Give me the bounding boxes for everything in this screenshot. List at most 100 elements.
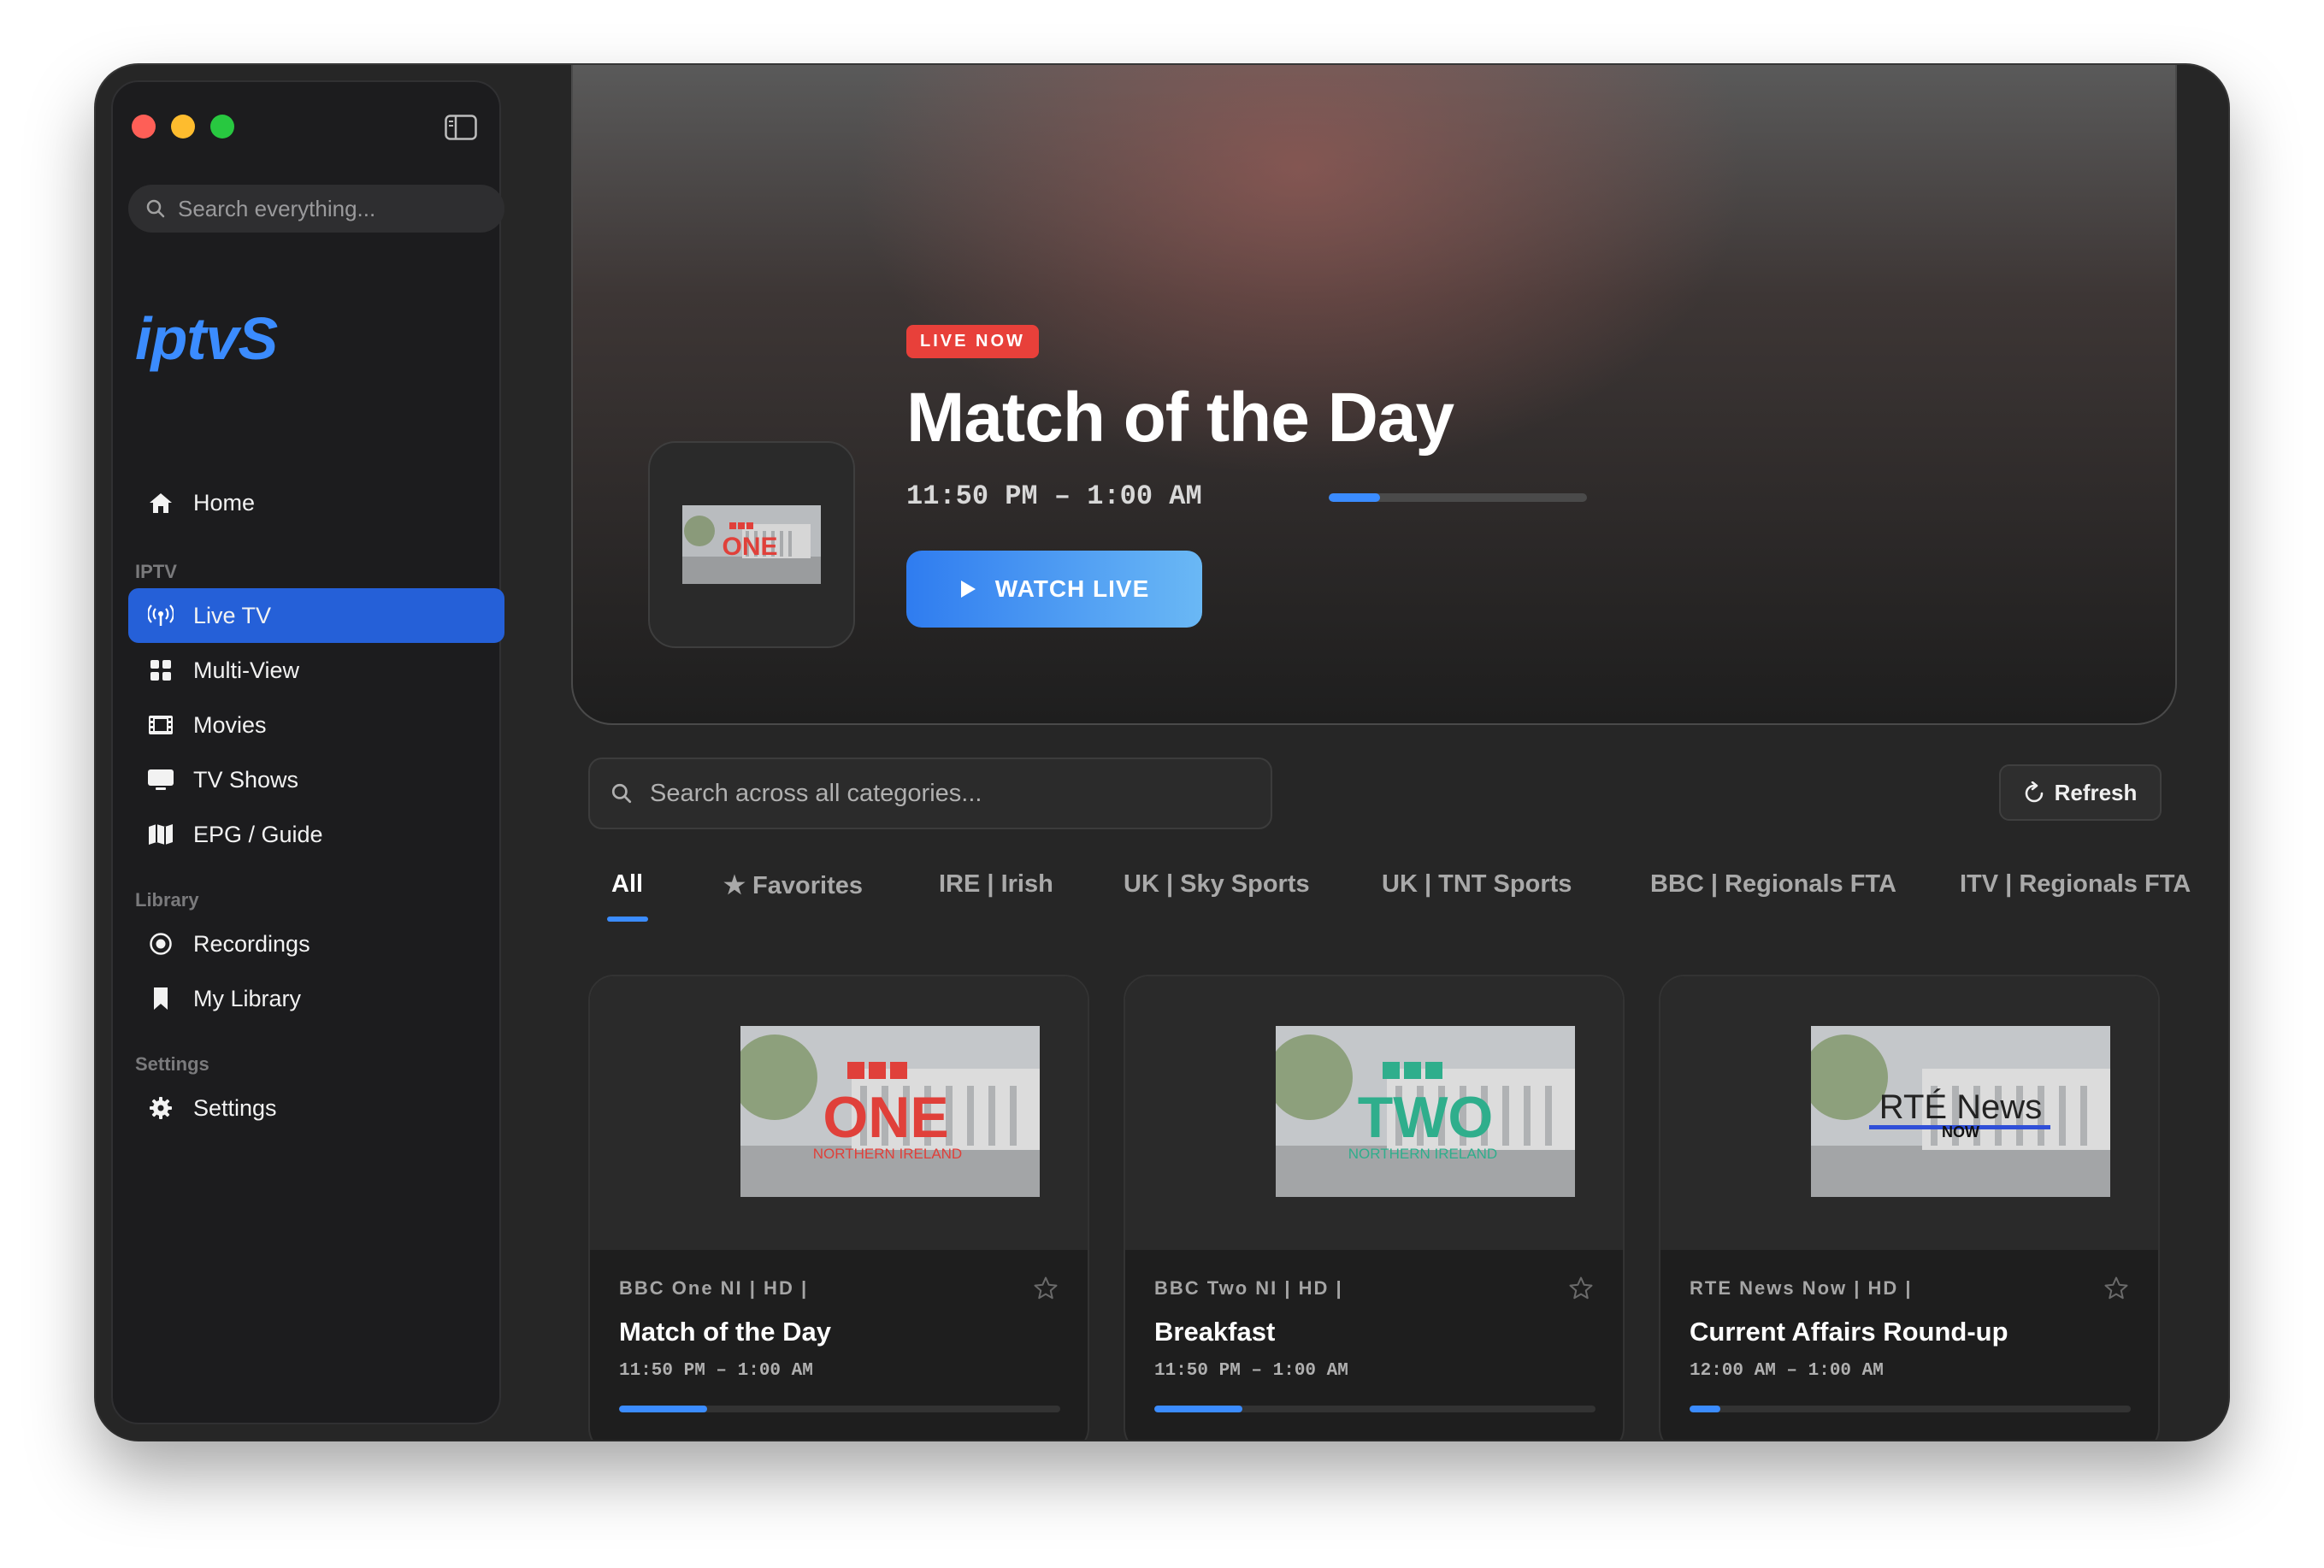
- sidebar-search-placeholder: Search everything...: [178, 195, 376, 221]
- sidebar-item-label: Settings: [193, 1094, 277, 1121]
- sidebar-item-label: Recordings: [193, 930, 310, 957]
- app-window: Search everything... iptvS Home IPTV Liv…: [96, 65, 2228, 1440]
- search-icon: [146, 199, 165, 218]
- card-program-title: Match of the Day: [619, 1317, 832, 1347]
- channel-card[interactable]: RTÉ News NOW RTE News Now | HD | Current…: [1659, 975, 2160, 1440]
- card-program-time: 11:50 PM – 1:00 AM: [619, 1361, 813, 1381]
- channel-logo-image: ONE: [682, 505, 821, 584]
- tab-uk-tnt-sports[interactable]: UK | TNT Sports: [1382, 870, 1572, 899]
- map-icon: [145, 819, 176, 850]
- hero-channel-thumbnail: ONE: [648, 441, 855, 648]
- minimize-window-button[interactable]: [171, 115, 195, 139]
- category-search-placeholder: Search across all categories...: [650, 779, 982, 807]
- sidebar-item-label: Movies: [193, 711, 267, 738]
- sidebar-item-movies[interactable]: Movies: [128, 698, 504, 752]
- tab-itv-regionals-fta[interactable]: ITV | Regionals FTA: [1960, 870, 2191, 899]
- card-logo-sub: NORTHERN IRELAND: [813, 1146, 962, 1162]
- section-label-iptv: IPTV: [135, 561, 177, 582]
- watch-live-button[interactable]: WATCH LIVE: [906, 551, 1202, 628]
- channel-logo-image: RTÉ News NOW: [1811, 1026, 2110, 1197]
- section-label-settings: Settings: [135, 1053, 209, 1075]
- hero-title: Match of the Day: [906, 379, 1454, 457]
- tab-favorites[interactable]: ★ Favorites: [723, 870, 863, 900]
- hero-progress-fill: [1329, 493, 1381, 502]
- watch-live-label: WATCH LIVE: [994, 575, 1150, 602]
- tab-all[interactable]: All: [611, 870, 643, 899]
- bookmark-icon: [145, 983, 176, 1014]
- card-progress-bar: [619, 1406, 1060, 1412]
- card-logo-main: RTÉ News: [1879, 1088, 2042, 1126]
- favorite-star-icon[interactable]: [2103, 1276, 2129, 1301]
- card-thumbnail-area: ONE NORTHERN IRELAND: [590, 976, 1088, 1250]
- zoom-window-button[interactable]: [210, 115, 234, 139]
- channel-card[interactable]: ONE NORTHERN IRELAND BBC One NI | HD | M…: [588, 975, 1089, 1440]
- card-program-time: 12:00 AM – 1:00 AM: [1690, 1361, 1884, 1381]
- card-progress-fill: [619, 1406, 708, 1412]
- grid-icon: [145, 655, 176, 686]
- card-logo-main: TWO: [1358, 1085, 1494, 1150]
- active-tab-indicator: [607, 917, 648, 922]
- category-search-input[interactable]: Search across all categories...: [588, 757, 1272, 829]
- sidebar-item-label: Live TV: [193, 602, 272, 628]
- card-channel-name: BBC One NI | HD |: [619, 1277, 809, 1299]
- sidebar-item-my-library[interactable]: My Library: [128, 971, 504, 1026]
- tab-uk-sky-sports[interactable]: UK | Sky Sports: [1124, 870, 1310, 899]
- hero-banner: ONE LIVE NOW Match of the Day 11:50 PM –…: [571, 65, 2177, 725]
- card-thumbnail-area: RTÉ News NOW: [1660, 976, 2158, 1250]
- sidebar-item-home[interactable]: Home: [128, 475, 504, 530]
- sidebar-item-label: Multi-View: [193, 657, 300, 683]
- house-icon: [145, 487, 176, 518]
- card-thumbnail-area: TWO NORTHERN IRELAND: [1125, 976, 1623, 1250]
- hero-time: 11:50 PM – 1:00 AM: [906, 480, 1202, 512]
- channel-card[interactable]: TWO NORTHERN IRELAND BBC Two NI | HD | B…: [1124, 975, 1625, 1440]
- sidebar-item-label: My Library: [193, 985, 302, 1011]
- channel-logo-image: ONE NORTHERN IRELAND: [740, 1026, 1040, 1197]
- refresh-button[interactable]: Refresh: [1999, 764, 2162, 821]
- sidebar: Search everything... iptvS Home IPTV Liv…: [111, 80, 504, 1424]
- card-logo-sub: NORTHERN IRELAND: [1348, 1146, 1497, 1162]
- section-label-library: Library: [135, 889, 199, 911]
- hero-thumb-logo-text: ONE: [722, 533, 777, 561]
- play-icon: [960, 581, 976, 598]
- refresh-icon: [2025, 781, 2043, 803]
- record-icon: [145, 928, 176, 959]
- tab-ire-irish[interactable]: IRE | Irish: [939, 870, 1053, 899]
- sidebar-item-label: TV Shows: [193, 766, 299, 793]
- refresh-label: Refresh: [2054, 779, 2138, 805]
- gear-icon: [145, 1093, 176, 1123]
- card-channel-name: RTE News Now | HD |: [1690, 1277, 1913, 1299]
- window-controls: [132, 115, 234, 139]
- channel-logo-image: TWO NORTHERN IRELAND: [1276, 1026, 1575, 1197]
- sidebar-item-live-tv[interactable]: Live TV: [128, 588, 504, 643]
- sidebar-search-input[interactable]: Search everything...: [128, 185, 504, 233]
- hero-progress-bar: [1329, 493, 1587, 502]
- film-icon: [145, 710, 176, 740]
- card-logo-main: ONE: [823, 1085, 948, 1150]
- card-progress-fill: [1690, 1406, 1721, 1412]
- sidebar-item-label: EPG / Guide: [193, 821, 323, 847]
- search-icon: [611, 783, 632, 804]
- tv-icon: [145, 764, 176, 795]
- card-program-title: Current Affairs Round-up: [1690, 1317, 2008, 1347]
- sidebar-item-label: Home: [193, 489, 256, 516]
- live-now-badge: LIVE NOW: [906, 325, 1039, 358]
- card-program-time: 11:50 PM – 1:00 AM: [1154, 1361, 1348, 1381]
- card-channel-name: BBC Two NI | HD |: [1154, 1277, 1343, 1299]
- card-progress-bar: [1154, 1406, 1596, 1412]
- sidebar-item-recordings[interactable]: Recordings: [128, 917, 504, 971]
- favorite-star-icon[interactable]: [1033, 1276, 1059, 1301]
- card-progress-fill: [1154, 1406, 1243, 1412]
- antenna-icon: [145, 600, 176, 631]
- sidebar-item-epg-guide[interactable]: EPG / Guide: [128, 807, 504, 862]
- card-program-title: Breakfast: [1154, 1317, 1276, 1347]
- sidebar-item-multi-view[interactable]: Multi-View: [128, 643, 504, 698]
- sidebar-item-settings[interactable]: Settings: [128, 1081, 504, 1135]
- favorite-star-icon[interactable]: [1568, 1276, 1594, 1301]
- sidebar-item-tv-shows[interactable]: TV Shows: [128, 752, 504, 807]
- sidebar-toggle-icon[interactable]: [445, 115, 477, 140]
- app-logo: iptvS: [135, 305, 278, 372]
- card-logo-sub: NOW: [1942, 1123, 1979, 1141]
- close-window-button[interactable]: [132, 115, 156, 139]
- card-progress-bar: [1690, 1406, 2131, 1412]
- tab-bbc-regionals-fta[interactable]: BBC | Regionals FTA: [1650, 870, 1896, 899]
